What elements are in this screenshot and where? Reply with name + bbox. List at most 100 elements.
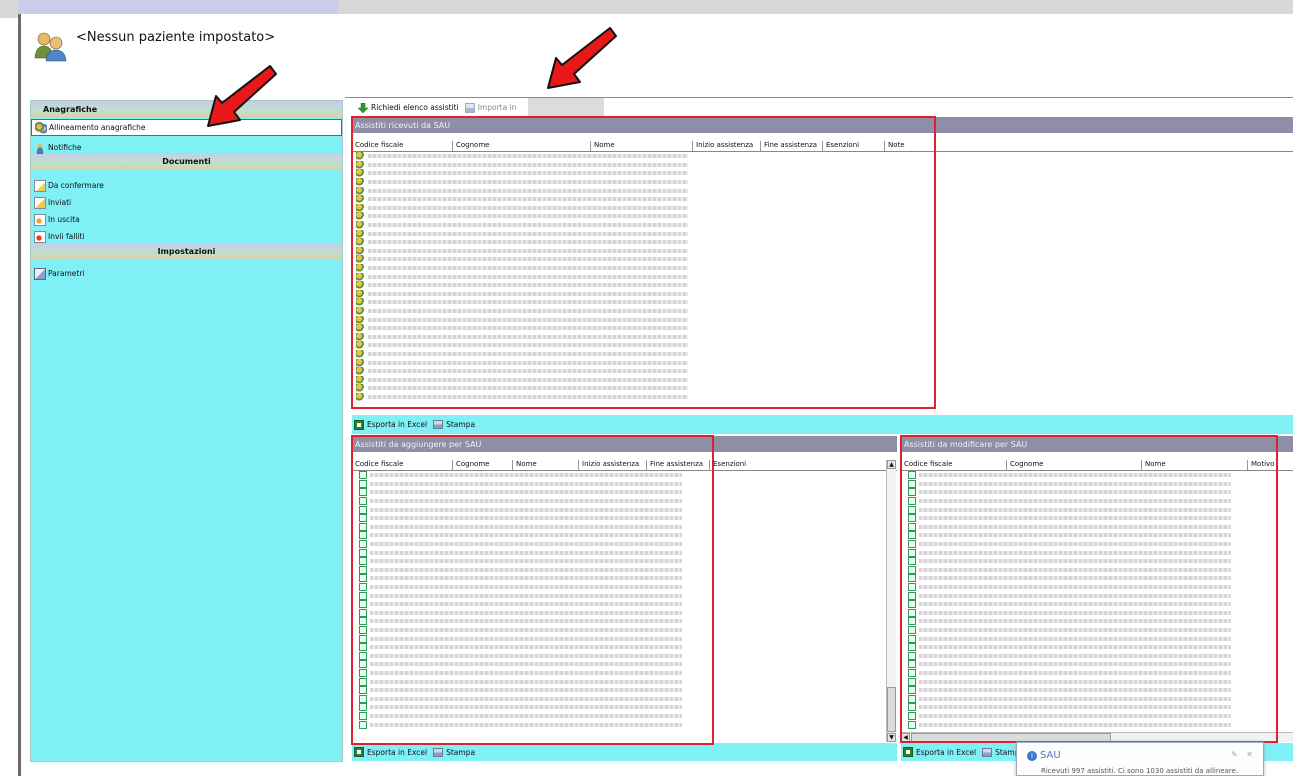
table-row[interactable] xyxy=(352,505,897,514)
row-checkbox[interactable] xyxy=(359,488,367,497)
table-row[interactable] xyxy=(352,169,1293,178)
row-checkbox[interactable] xyxy=(908,686,916,695)
row-checkbox[interactable] xyxy=(359,668,367,677)
row-checkbox[interactable] xyxy=(908,497,916,506)
table-row[interactable] xyxy=(352,634,897,643)
row-checkbox[interactable] xyxy=(359,574,367,583)
table-row[interactable] xyxy=(901,505,1293,514)
table-row[interactable] xyxy=(901,514,1293,523)
row-checkbox[interactable] xyxy=(359,565,367,574)
col-fine-assistenza[interactable]: Fine assistenza xyxy=(647,460,710,470)
table-row[interactable] xyxy=(352,668,897,678)
row-checkbox[interactable] xyxy=(908,634,916,643)
table-row[interactable] xyxy=(352,178,1293,187)
sidebar-item-parametri[interactable]: Parametri xyxy=(31,265,342,282)
row-checkbox[interactable] xyxy=(908,557,916,566)
table-row[interactable] xyxy=(901,471,1293,480)
close-icon[interactable]: ✕ xyxy=(1246,750,1253,759)
table-row[interactable] xyxy=(901,651,1293,660)
table-row[interactable] xyxy=(352,229,1293,238)
table-row[interactable] xyxy=(352,195,1293,204)
table-row[interactable] xyxy=(901,479,1293,489)
table-row[interactable] xyxy=(901,617,1293,626)
row-checkbox[interactable] xyxy=(359,703,367,712)
row-checkbox[interactable] xyxy=(908,548,916,557)
table-row[interactable] xyxy=(352,255,1293,264)
table-row[interactable] xyxy=(352,324,1293,333)
table-row[interactable] xyxy=(352,711,897,721)
table-row[interactable] xyxy=(352,471,897,480)
to-modify-hscrollbar[interactable]: ◀ xyxy=(901,732,1293,742)
row-checkbox[interactable] xyxy=(908,617,916,626)
col-motivo[interactable]: Motivo xyxy=(1248,460,1293,470)
col-cognome[interactable]: Cognome xyxy=(1007,460,1142,470)
export-excel-button[interactable]: Esporta in Excel xyxy=(354,419,427,430)
row-checkbox[interactable] xyxy=(908,471,916,480)
hscroll-thumb[interactable] xyxy=(911,733,1111,742)
row-checkbox[interactable] xyxy=(359,557,367,566)
table-row[interactable] xyxy=(352,341,1293,350)
row-checkbox[interactable] xyxy=(908,651,916,660)
row-checkbox[interactable] xyxy=(359,720,367,729)
table-row[interactable] xyxy=(901,608,1293,618)
table-row[interactable] xyxy=(901,694,1293,703)
table-row[interactable] xyxy=(901,600,1293,609)
row-checkbox[interactable] xyxy=(359,651,367,660)
table-row[interactable] xyxy=(352,152,1293,161)
row-checkbox[interactable] xyxy=(359,686,367,695)
row-checkbox[interactable] xyxy=(359,505,367,514)
row-checkbox[interactable] xyxy=(908,522,916,531)
col-note[interactable]: Note xyxy=(885,141,935,151)
col-nome[interactable]: Nome xyxy=(1142,460,1248,470)
table-row[interactable] xyxy=(901,643,1293,652)
table-row[interactable] xyxy=(352,384,1293,393)
sidebar-item-da-confermare[interactable]: Da confermare xyxy=(31,177,342,194)
col-fine-assistenza[interactable]: Fine assistenza xyxy=(761,141,823,151)
table-row[interactable] xyxy=(352,315,1293,324)
table-row[interactable] xyxy=(901,668,1293,678)
table-row[interactable] xyxy=(901,488,1293,497)
table-row[interactable] xyxy=(352,625,897,635)
row-checkbox[interactable] xyxy=(908,608,916,617)
table-row[interactable] xyxy=(901,634,1293,643)
table-row[interactable] xyxy=(901,565,1293,575)
table-row[interactable] xyxy=(901,677,1293,686)
table-row[interactable] xyxy=(352,720,897,729)
export-excel-button[interactable]: Esporta in Excel xyxy=(354,747,427,757)
row-checkbox[interactable] xyxy=(908,643,916,652)
table-row[interactable] xyxy=(352,375,1293,384)
row-checkbox[interactable] xyxy=(359,497,367,506)
table-row[interactable] xyxy=(901,583,1293,592)
sidebar-item-in-uscita[interactable]: In uscita xyxy=(31,211,342,228)
table-row[interactable] xyxy=(901,540,1293,549)
row-checkbox[interactable] xyxy=(908,660,916,669)
col-esenzioni[interactable]: Esenzioni xyxy=(710,460,770,470)
sidebar-item-inviati[interactable]: Inviati xyxy=(31,194,342,211)
row-checkbox[interactable] xyxy=(359,479,367,488)
table-row[interactable] xyxy=(352,643,897,652)
row-checkbox[interactable] xyxy=(359,548,367,557)
row-checkbox[interactable] xyxy=(359,531,367,540)
col-nome[interactable]: Nome xyxy=(513,460,579,470)
row-checkbox[interactable] xyxy=(359,625,367,634)
row-checkbox[interactable] xyxy=(359,660,367,669)
table-row[interactable] xyxy=(352,565,897,575)
row-checkbox[interactable] xyxy=(908,574,916,583)
table-row[interactable] xyxy=(352,479,897,489)
table-row[interactable] xyxy=(352,540,897,549)
table-row[interactable] xyxy=(352,221,1293,230)
table-row[interactable] xyxy=(352,212,1293,221)
table-row[interactable] xyxy=(901,711,1293,721)
row-checkbox[interactable] xyxy=(908,625,916,634)
table-row[interactable] xyxy=(352,522,897,532)
print-button[interactable]: Stampa xyxy=(433,420,475,429)
table-row[interactable] xyxy=(352,281,1293,290)
table-row[interactable] xyxy=(352,660,897,669)
table-row[interactable] xyxy=(352,574,897,583)
row-checkbox[interactable] xyxy=(908,694,916,703)
col-codice-fiscale[interactable]: Codice fiscale xyxy=(901,460,1007,470)
table-row[interactable] xyxy=(352,608,897,618)
table-row[interactable] xyxy=(352,686,897,695)
row-checkbox[interactable] xyxy=(908,583,916,592)
col-cognome[interactable]: Cognome xyxy=(453,460,513,470)
